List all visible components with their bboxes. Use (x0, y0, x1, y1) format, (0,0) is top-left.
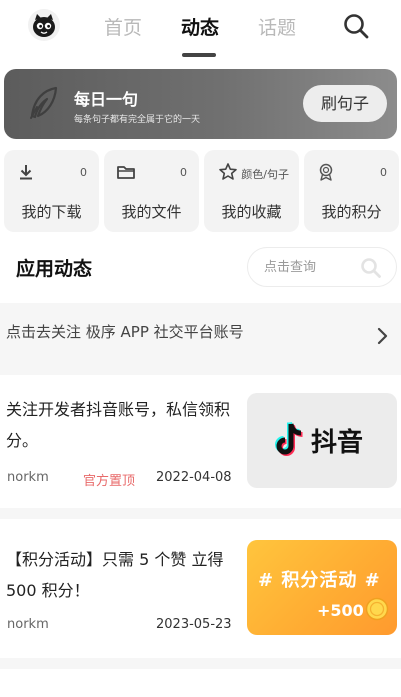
search-field[interactable] (247, 247, 397, 287)
app-logo-icon[interactable] (28, 9, 60, 41)
downloads-label: 我的下载 (21, 203, 82, 221)
tab-dynamics[interactable]: 动态 (181, 13, 219, 40)
download-icon (16, 162, 36, 182)
thumbnail-brand-text: 抖音 (311, 428, 364, 458)
my-points-card[interactable]: 0 我的积分 (304, 150, 399, 232)
post-date: 2022-04-08 (156, 470, 232, 485)
my-files-card[interactable]: 0 我的文件 (104, 150, 199, 232)
post-title[interactable]: 关注开发者抖音账号，私信领积分。 (6, 394, 238, 456)
active-tab-indicator (182, 53, 216, 57)
thumbnail-points-text: +500 (317, 601, 364, 620)
tab-home[interactable]: 首页 (104, 13, 142, 40)
refresh-quote-button[interactable]: 刷句子 (303, 85, 387, 122)
post-author: norkm (7, 470, 49, 485)
coin-icon (365, 597, 389, 621)
search-input[interactable] (264, 257, 356, 277)
banner-title: 每日一句 (74, 90, 139, 109)
points-label: 我的积分 (321, 203, 382, 221)
section-divider (0, 508, 401, 519)
section-divider (0, 658, 401, 669)
section-title: 应用动态 (16, 258, 93, 280)
downloads-count: 0 (80, 166, 87, 179)
favorites-label: 我的收藏 (221, 203, 282, 221)
favorites-count: 颜色/句子 (241, 168, 289, 181)
tab-topics[interactable]: 话题 (258, 13, 296, 40)
tiktok-logo-icon (274, 421, 308, 459)
award-icon (316, 162, 336, 182)
follow-text: 点击去关注 极序 APP 社交平台账号 (6, 323, 244, 341)
post-date: 2023-05-23 (156, 617, 232, 632)
post-thumbnail[interactable]: 抖音 (247, 393, 397, 488)
post-title[interactable]: 【积分活动】只需 5 个赞 立得 500 积分！ (6, 544, 238, 606)
my-downloads-card[interactable]: 0 我的下载 (4, 150, 99, 232)
star-icon (218, 162, 238, 182)
pinned-badge: 官方置顶 (83, 474, 136, 489)
search-icon[interactable] (360, 257, 382, 279)
follow-social-bar[interactable]: 点击去关注 极序 APP 社交平台账号 (0, 303, 401, 375)
chevron-right-icon (376, 326, 390, 346)
files-label: 我的文件 (121, 203, 182, 221)
folder-icon (116, 162, 136, 182)
files-count: 0 (180, 166, 187, 179)
daily-quote-banner[interactable]: 每日一句 每条句子都有完全属于它的一天 刷句子 (4, 69, 397, 139)
post-author: norkm (7, 617, 49, 632)
quill-icon (26, 85, 60, 121)
thumbnail-activity-text: # 积分活动 # (258, 570, 381, 591)
search-icon[interactable] (342, 12, 370, 40)
post-thumbnail[interactable]: # 积分活动 # +500 (247, 540, 397, 635)
my-favorites-card[interactable]: 颜色/句子 我的收藏 (204, 150, 299, 232)
points-count: 0 (380, 166, 387, 179)
banner-subtitle: 每条句子都有完全属于它的一天 (74, 115, 201, 125)
top-bar: 首页 动态 话题 (0, 0, 401, 64)
